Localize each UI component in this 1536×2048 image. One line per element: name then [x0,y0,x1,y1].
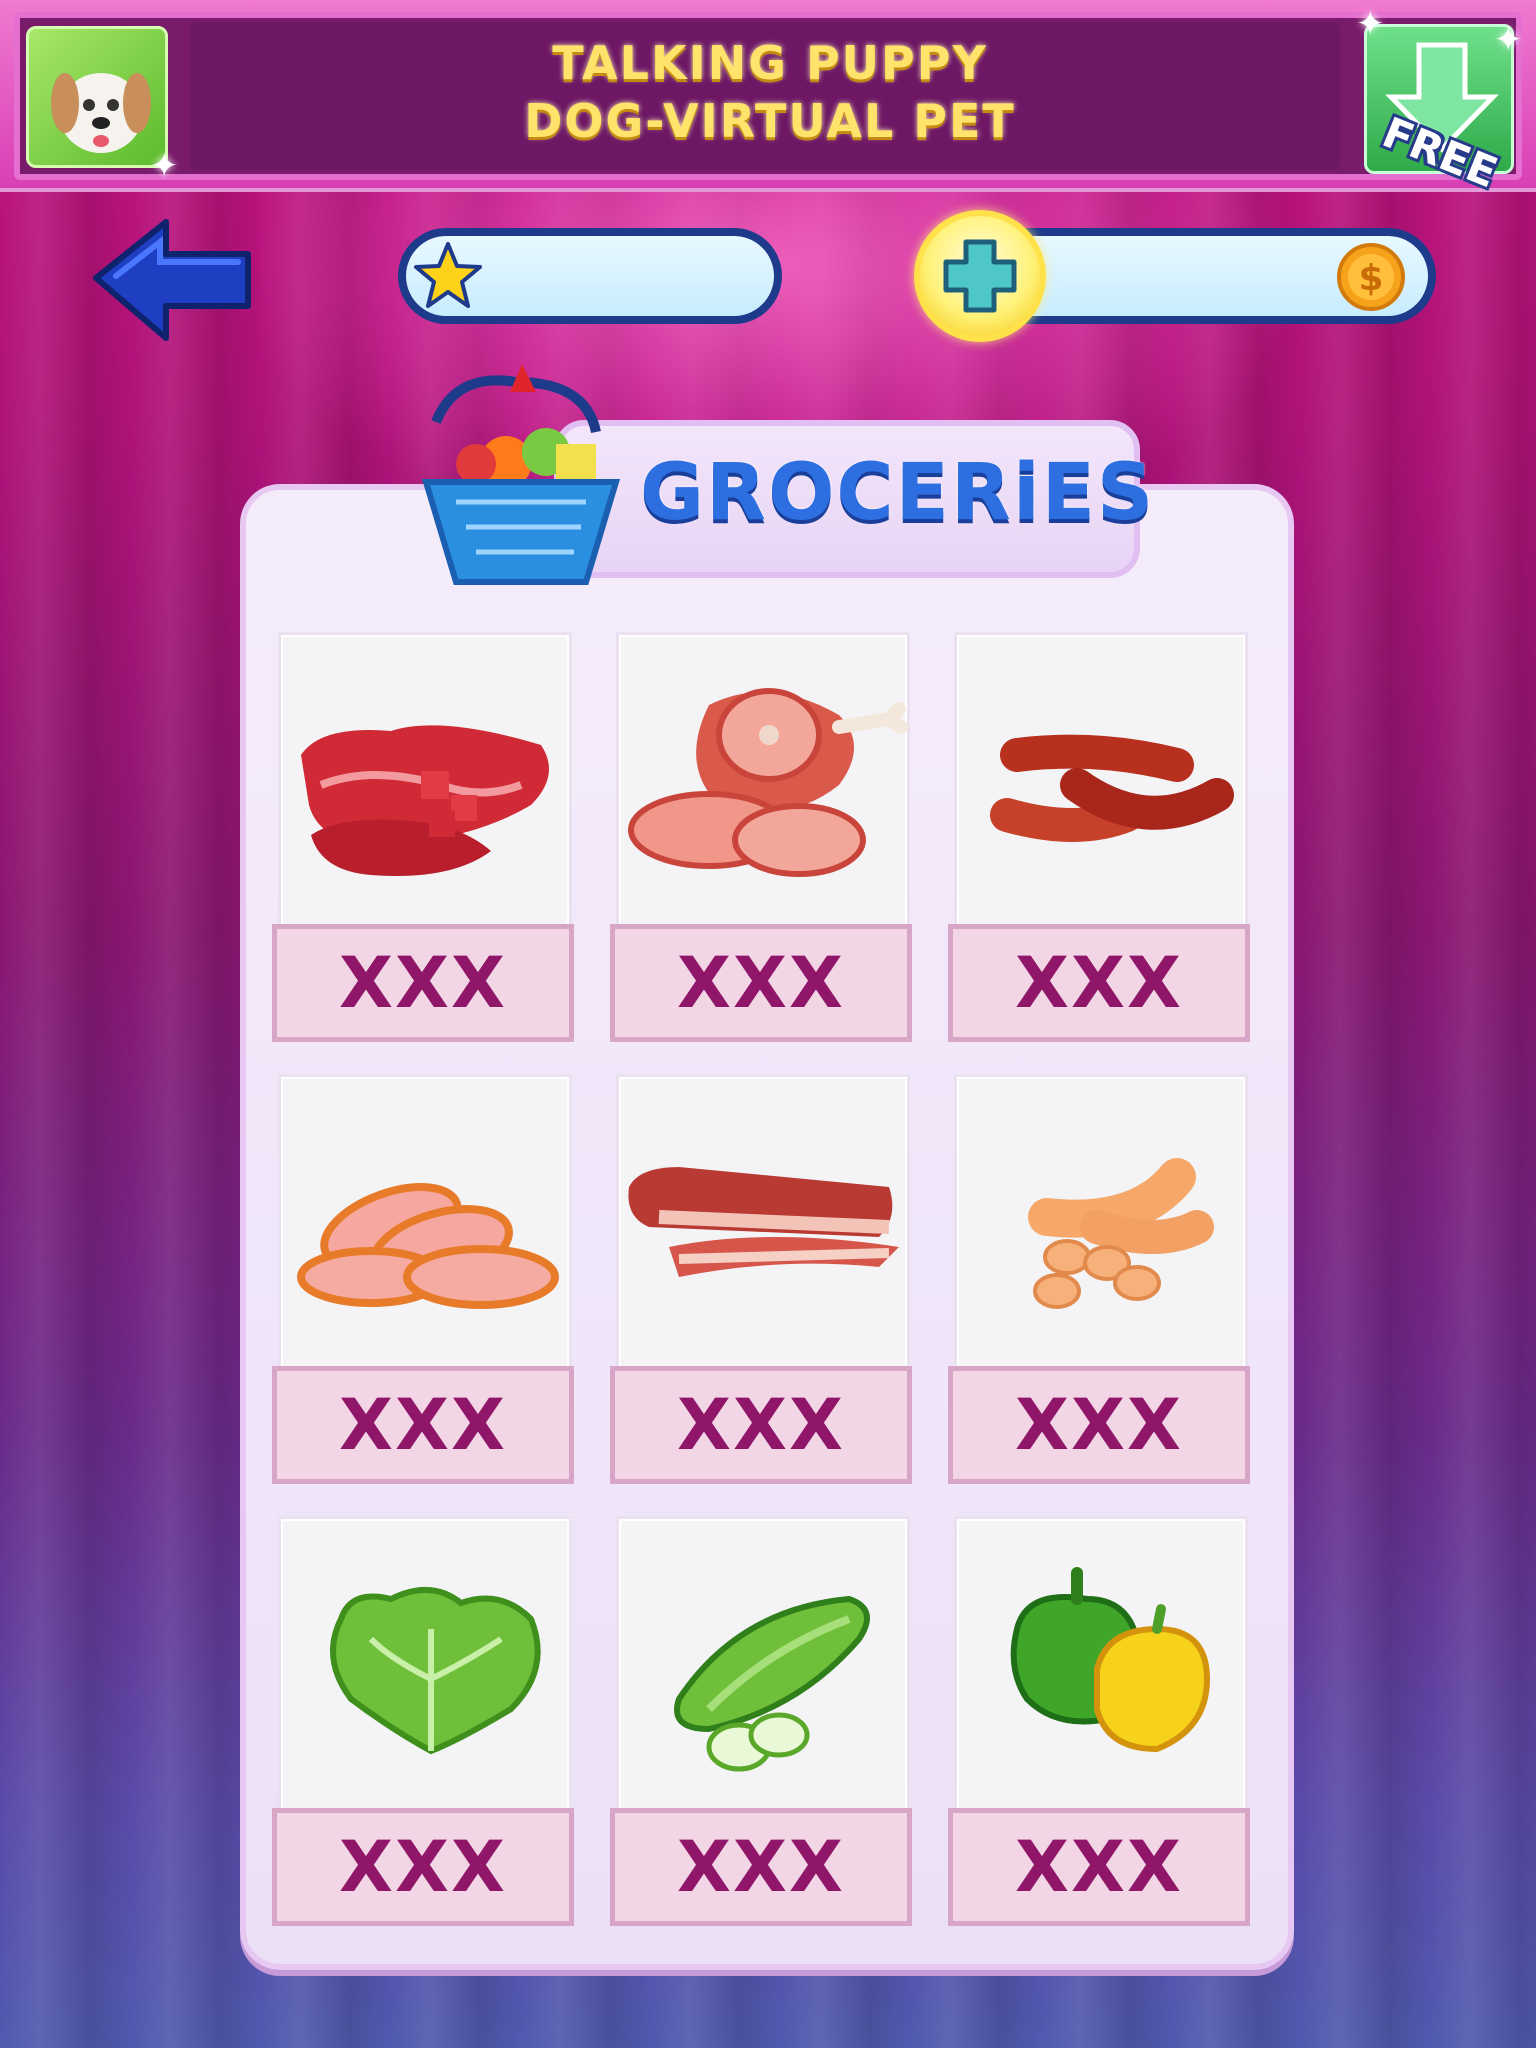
star-icon [412,240,484,312]
shop-item-lettuce[interactable]: XXX [272,1516,574,1926]
price-button[interactable]: XXX [948,1808,1250,1926]
cucumber-icon [616,1516,910,1814]
lettuce-icon [278,1516,572,1814]
shop-item-bacon[interactable]: XXX [610,1074,912,1484]
price-button[interactable]: XXX [272,1808,574,1926]
shop-item-hotdog[interactable]: XXX [948,1074,1250,1484]
dollar-coin-icon: $ [1336,242,1406,312]
ad-banner[interactable]: TALKING PUPPY DOG-VIRTUAL PET FREE ✦ ✦ ✦ [0,0,1536,197]
plus-icon[interactable] [914,210,1046,342]
price-button[interactable]: XXX [610,924,912,1042]
price-button[interactable]: XXX [948,924,1250,1042]
ham-icon [616,632,910,930]
price-button[interactable]: XXX [272,924,574,1042]
shop-item-ham[interactable]: XXX [610,632,912,1042]
price-button[interactable]: XXX [610,1366,912,1484]
shop-item-sausages[interactable]: XXX [948,632,1250,1042]
price-button[interactable]: XXX [272,1366,574,1484]
shop-item-peppers[interactable]: XXX [948,1516,1250,1926]
sparkle-icon: ✦ [1356,4,1385,44]
sparkle-icon: ✦ [1494,20,1523,60]
price-button[interactable]: XXX [610,1808,912,1926]
sparkle-icon: ✦ [150,146,179,186]
shop-item-cucumber[interactable]: XXX [610,1516,912,1926]
beef-steak-icon [278,632,572,930]
salami-slices-icon [278,1074,572,1372]
sausages-icon [954,632,1248,930]
puppy-icon[interactable] [26,26,168,168]
groceries-title: GROCERiES [640,448,1156,538]
shop-item-beef[interactable]: XXX [272,632,574,1042]
svg-text:$: $ [1358,258,1383,299]
grocery-basket-icon [396,352,646,602]
ad-banner-title[interactable]: TALKING PUPPY DOG-VIRTUAL PET [380,34,1160,150]
bacon-icon [616,1074,910,1372]
hot-dog-sausage-icon [954,1074,1248,1372]
back-arrow-icon[interactable] [88,214,258,354]
price-button[interactable]: XXX [948,1366,1250,1484]
shop-item-salami[interactable]: XXX [272,1074,574,1484]
bell-peppers-icon [954,1516,1248,1814]
